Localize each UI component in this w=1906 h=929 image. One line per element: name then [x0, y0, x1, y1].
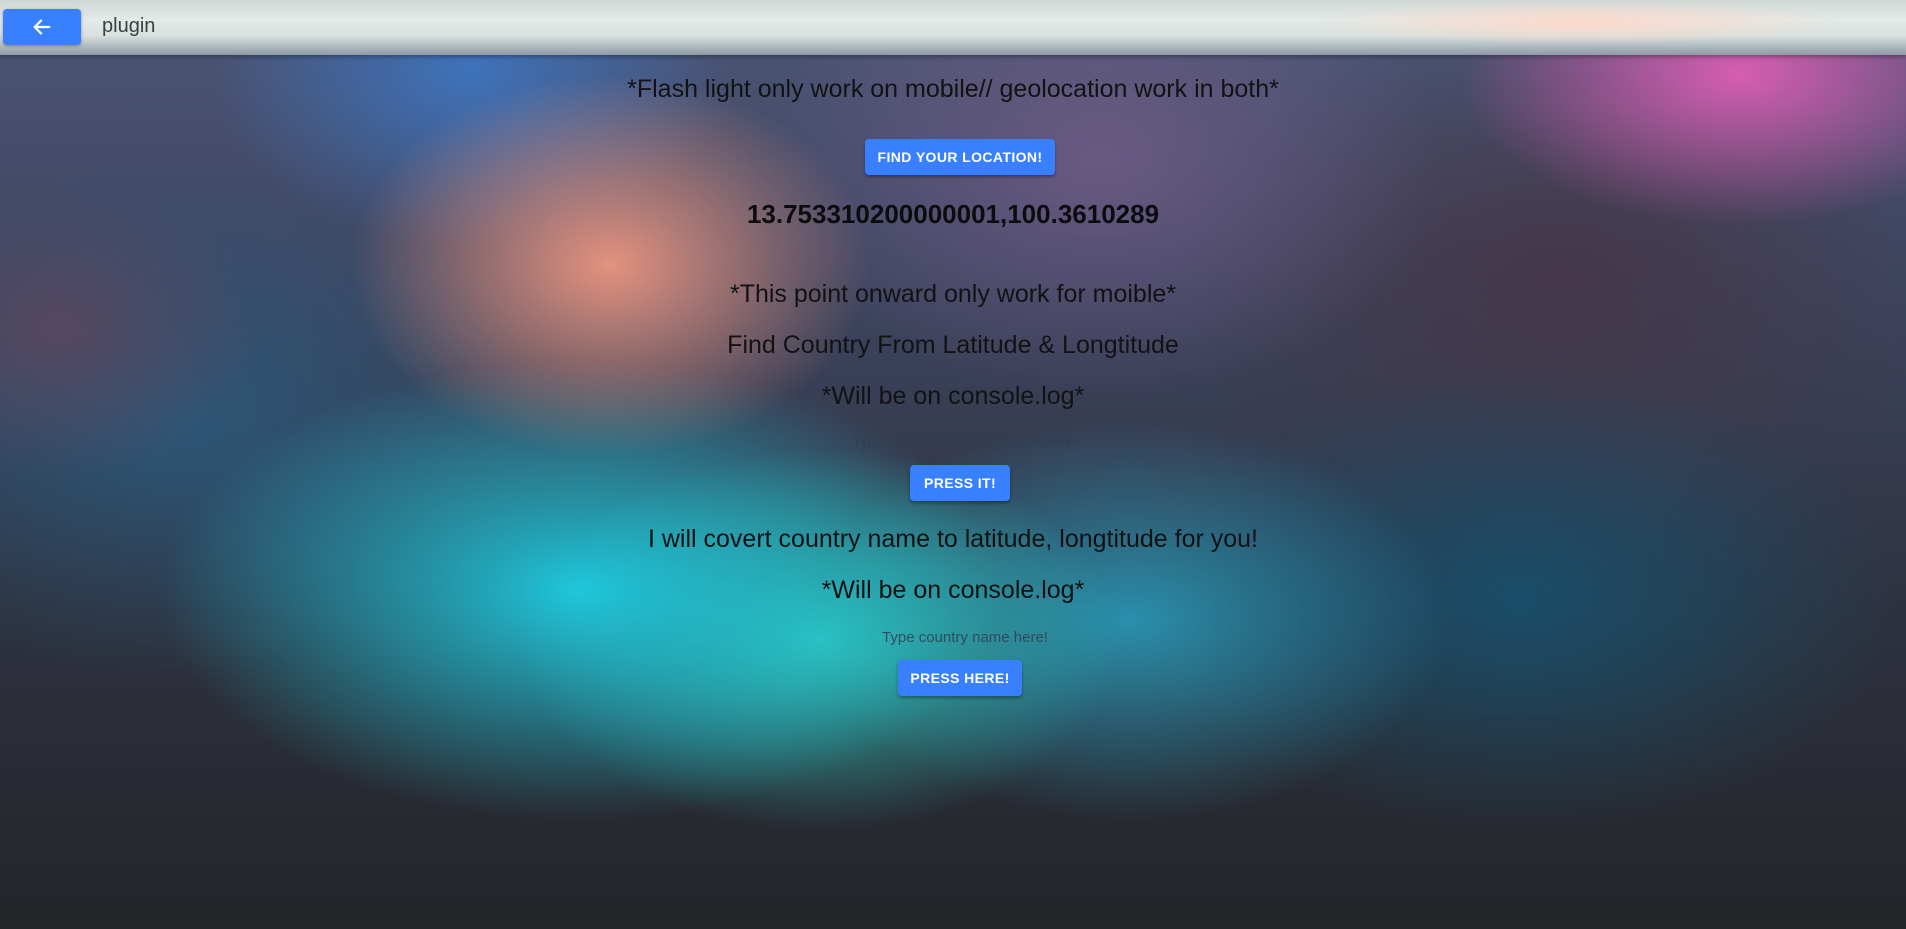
toolbar: plugin [0, 0, 1906, 55]
coordinates-readout: 13.753310200000001,100.3610289 [746, 199, 1160, 229]
console-note: *Will be on console.log* [821, 382, 1085, 410]
app-page: plugin *Flash light only work on mobile/… [0, 0, 1906, 929]
mobile-note: *This point onward only work for moible* [729, 280, 1177, 308]
latlng-input[interactable] [753, 428, 1177, 456]
flash-note: *Flash light only work on mobile// geolo… [627, 75, 1279, 103]
back-button[interactable] [3, 9, 81, 45]
reverse-geocode-heading: Find Country From Latitude & Longtitude [727, 331, 1179, 359]
forward-geocode-heading: I will covert country name to latitude, … [647, 525, 1259, 553]
toolbar-title: plugin [102, 15, 156, 37]
arrow-left-icon [31, 16, 53, 38]
press-here-button[interactable]: PRESS HERE! [898, 660, 1022, 696]
country-input[interactable] [793, 623, 1137, 651]
find-location-button[interactable]: FIND YOUR LOCATION! [865, 139, 1055, 175]
press-it-button[interactable]: PRESS IT! [910, 465, 1010, 501]
console-note: *Will be on console.log* [821, 576, 1085, 604]
